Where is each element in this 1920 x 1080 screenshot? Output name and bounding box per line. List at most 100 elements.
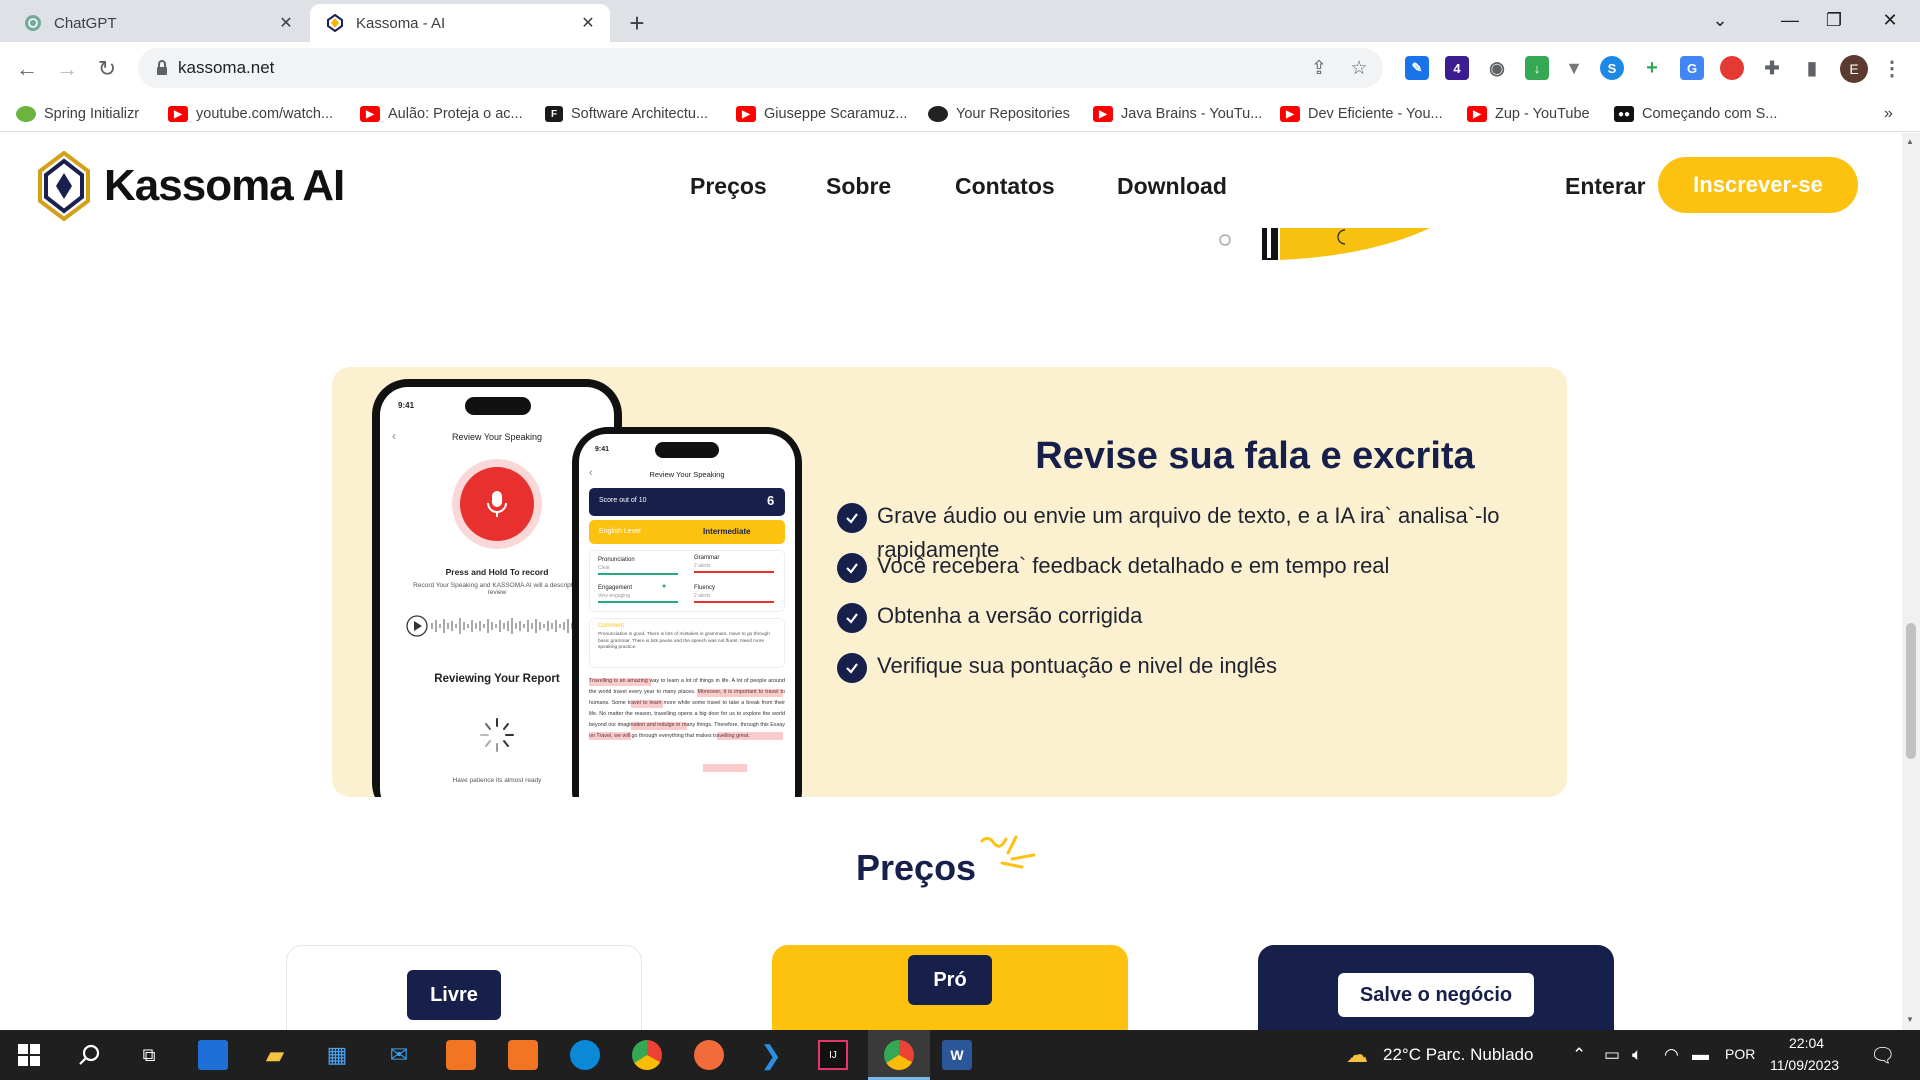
bookmark-item[interactable]: ▶ Giuseppe Scaramuz... [736, 102, 907, 126]
windows-start-icon[interactable] [14, 1040, 44, 1070]
nav-link-sobre[interactable]: Sobre [826, 173, 891, 200]
chrome-icon[interactable] [632, 1040, 662, 1070]
plan-button-business[interactable]: Salve o negócio [1338, 973, 1534, 1017]
camera-extension-icon[interactable]: ◉ [1485, 56, 1509, 80]
vue-extension-icon[interactable]: ▼ [1562, 56, 1586, 80]
app-icon[interactable] [198, 1040, 228, 1070]
status-time: 9:41 [398, 401, 415, 410]
phone-mockup-report: 9:41 ‹ Review Your Speaking Score out of… [572, 427, 802, 797]
plus-extension-icon[interactable]: + [1640, 56, 1664, 80]
address-bar[interactable]: kassoma.net ⇪ ☆ [138, 48, 1383, 88]
scrollbar-thumb[interactable] [1906, 623, 1916, 759]
device-icon[interactable]: ▭ [1604, 1045, 1620, 1065]
windows-taskbar: ⧉ ▰ ▦ ✉ ❯ IJ W ☁ 22°C Parc. Nublado ⌃ ▭ … [0, 1030, 1920, 1080]
new-tab-button[interactable]: + [622, 8, 652, 38]
bookmark-item[interactable]: ▶ Dev Eficiente - You... [1280, 102, 1443, 126]
tab-search-icon[interactable]: ⌄ [1692, 0, 1748, 40]
search-icon[interactable] [74, 1040, 104, 1070]
scroll-down-icon[interactable]: ▼ [1906, 1015, 1914, 1024]
lock-icon [152, 58, 172, 78]
highlight-mark [589, 678, 651, 686]
tab-kassoma[interactable]: Kassoma - AI ✕ [310, 4, 610, 42]
metric-name: Grammar [694, 555, 720, 561]
close-icon[interactable]: ✕ [274, 11, 298, 35]
side-panel-icon[interactable]: ▮ [1800, 56, 1824, 80]
signup-button[interactable]: Inscrever-se [1658, 157, 1858, 213]
tray-expand-icon[interactable]: ⌃ [1572, 1045, 1586, 1065]
word-icon[interactable]: W [942, 1040, 972, 1070]
bookmark-item[interactable]: ▶ Java Brains - YouTu... [1093, 102, 1262, 126]
menu-icon[interactable]: ⋮ [1880, 56, 1904, 80]
back-icon[interactable]: ← [12, 54, 42, 84]
nav-link-download[interactable]: Download [1117, 173, 1227, 200]
close-window-button[interactable]: ✕ [1862, 0, 1918, 40]
record-extension-icon[interactable] [1720, 56, 1744, 80]
reload-icon[interactable]: ↻ [92, 54, 122, 84]
bookmark-item[interactable]: ▶ Zup - YouTube [1467, 102, 1590, 126]
check-circle-icon: ● [662, 583, 667, 590]
translate-extension-icon[interactable]: G [1680, 56, 1704, 80]
sync-extension-icon[interactable]: S [1600, 56, 1624, 80]
bookmark-item[interactable]: ▶ youtube.com/watch... [168, 102, 333, 126]
site-logo[interactable]: Kassoma AI [38, 151, 345, 221]
metric-name: Fluency [694, 585, 716, 591]
edge-icon[interactable] [570, 1040, 600, 1070]
highlight-mark [589, 732, 631, 740]
clock-time[interactable]: 22:04 [1789, 1035, 1824, 1051]
metric-sub: Very engaging [598, 593, 630, 599]
nav-link-contatos[interactable]: Contatos [955, 173, 1055, 200]
xampp-icon[interactable] [446, 1040, 476, 1070]
page-scrollbar[interactable]: ▲ ▼ [1902, 133, 1920, 1030]
highlight-mark [703, 764, 747, 772]
chrome-profile-icon[interactable] [884, 1040, 914, 1070]
plan-button-pro[interactable]: Pró [908, 955, 992, 1005]
clock-date[interactable]: 11/09/2023 [1770, 1057, 1839, 1073]
youtube-icon: ▶ [168, 106, 188, 122]
volume-icon[interactable]: 🔈︎ [1632, 1045, 1642, 1065]
tab-title: ChatGPT [54, 14, 117, 32]
download-extension-icon[interactable]: ↓ [1525, 56, 1549, 80]
mail-icon[interactable]: ✉ [384, 1040, 414, 1070]
bookmark-star-icon[interactable]: ☆ [1348, 57, 1370, 79]
nav-link-precos[interactable]: Preços [690, 173, 767, 200]
highlight-mark [697, 689, 783, 697]
tab-chatgpt[interactable]: ChatGPT ✕ [8, 4, 308, 42]
score-label: Score out of 10 [599, 497, 647, 504]
scroll-up-icon[interactable]: ▲ [1906, 137, 1914, 146]
previous-section-image [1120, 228, 1440, 268]
extension-badge-icon[interactable]: 4 [1445, 56, 1469, 80]
microphone-icon[interactable] [460, 467, 534, 541]
bookmark-item[interactable]: F Software Architectu... [545, 102, 708, 126]
store-icon[interactable]: ▦ [322, 1040, 352, 1070]
task-view-icon[interactable]: ⧉ [134, 1040, 164, 1070]
bookmark-item[interactable]: Your Repositories [928, 102, 1070, 126]
share-icon[interactable]: ⇪ [1308, 57, 1330, 79]
puzzle-icon[interactable]: ✚ [1760, 56, 1784, 80]
weather-text[interactable]: 22°C Parc. Nublado [1383, 1045, 1533, 1065]
more-bookmarks-icon[interactable]: » [1884, 102, 1893, 126]
bookmark-item[interactable]: ●● Começando com S... [1614, 102, 1777, 126]
git-app-icon[interactable] [508, 1040, 538, 1070]
forward-icon[interactable]: → [52, 54, 82, 84]
audio-waveform [406, 615, 588, 637]
language-indicator[interactable]: POR [1725, 1046, 1755, 1062]
check-icon [837, 603, 867, 633]
bookmark-item[interactable]: ▶ Aulão: Proteja o ac... [360, 102, 523, 126]
close-icon[interactable]: ✕ [576, 11, 600, 35]
intellij-icon[interactable]: IJ [818, 1040, 848, 1070]
bookmark-label: Java Brains - YouTu... [1121, 106, 1263, 122]
battery-icon[interactable]: ▬ [1692, 1045, 1709, 1065]
notification-icon[interactable]: 🗨︎ [1870, 1043, 1895, 1068]
eyedropper-extension-icon[interactable]: ✎ [1405, 56, 1429, 80]
postman-icon[interactable] [694, 1040, 724, 1070]
profile-avatar[interactable]: E [1840, 55, 1868, 83]
file-explorer-icon[interactable]: ▰ [260, 1040, 290, 1070]
plan-button-livre[interactable]: Livre [407, 970, 501, 1020]
vscode-icon[interactable]: ❯ [756, 1040, 786, 1070]
bookmark-item[interactable]: Spring Initializr [16, 102, 139, 126]
tab-title: Kassoma - AI [356, 14, 446, 32]
login-link[interactable]: Enterar [1565, 173, 1646, 200]
bookmark-label: Giuseppe Scaramuz... [764, 106, 908, 122]
wifi-icon[interactable]: ◠ [1664, 1045, 1679, 1065]
restore-button[interactable]: ❐ [1806, 0, 1862, 40]
